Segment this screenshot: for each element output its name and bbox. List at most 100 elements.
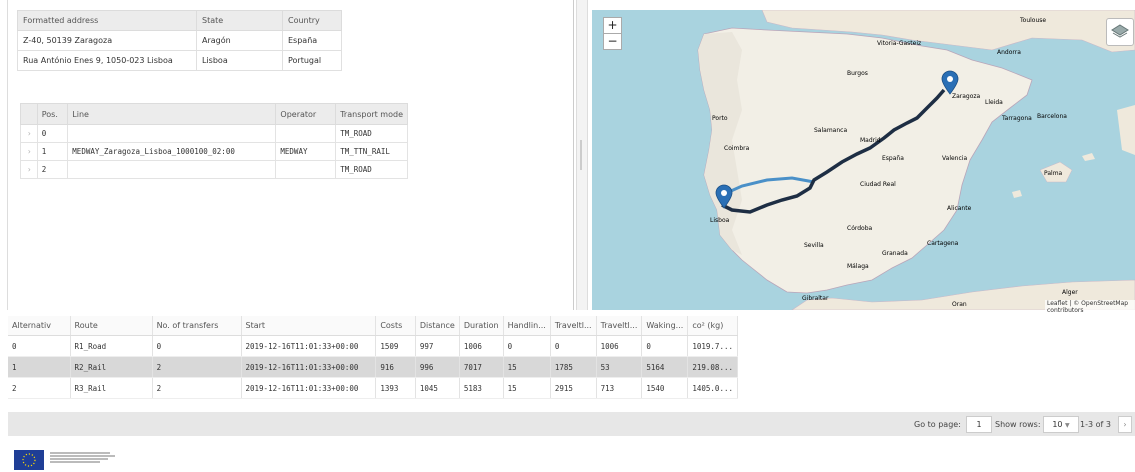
map-canvas[interactable]: Toulouse Vitoria-Gasteiz Andorra Porto Z… <box>592 10 1135 310</box>
col-header-traveltime-2[interactable]: Traveltl... <box>596 316 643 336</box>
chevron-down-icon: ▼ <box>1065 422 1070 429</box>
chevron-right-icon[interactable]: › <box>20 160 38 179</box>
country-cell: España <box>282 30 342 51</box>
cell: 997 <box>415 335 460 357</box>
col-header-expand <box>20 103 38 125</box>
rows-per-page-select[interactable]: 10 ▼ <box>1043 416 1079 433</box>
splitter-grip[interactable] <box>580 140 582 170</box>
transport-mode-cell: TM_ROAD <box>335 160 408 179</box>
cell: 0 <box>503 335 551 357</box>
layers-button[interactable] <box>1106 18 1134 46</box>
cell: 1393 <box>375 377 416 399</box>
table-row[interactable]: 2 R3_Rail 2 2019-12-16T11:01:33+00:00 13… <box>8 377 738 399</box>
eu-flag-logo <box>14 450 44 470</box>
map-label: Lisboa <box>710 217 730 224</box>
map-label: Ciudad Real <box>860 181 896 188</box>
cell: 996 <box>415 356 460 378</box>
col-header-operator[interactable]: Operator <box>275 103 337 125</box>
map-label: Palma <box>1044 170 1063 177</box>
cell: 1019.7... <box>687 335 738 357</box>
map-label: Coimbra <box>724 145 750 152</box>
route-map[interactable]: Toulouse Vitoria-Gasteiz Andorra Porto Z… <box>592 10 1135 310</box>
cell: R1_Road <box>70 335 153 357</box>
zoom-out-button[interactable]: − <box>603 33 622 50</box>
col-header-country[interactable]: Country <box>282 10 342 31</box>
cell: 2 <box>152 377 242 399</box>
map-label: Burgos <box>847 70 868 77</box>
col-header-traveltime-1[interactable]: Traveltl... <box>550 316 597 336</box>
map-label: Granada <box>882 250 908 257</box>
table-row[interactable]: Z-40, 50139 Zaragoza Aragón España <box>17 30 342 51</box>
land-ibiza <box>1012 190 1022 198</box>
cell: 2019-12-16T11:01:33+00:00 <box>241 356 377 378</box>
cell: 53 <box>596 356 643 378</box>
table-row[interactable]: › 0 TM_ROAD <box>20 124 408 143</box>
cell: 1405.0... <box>687 377 738 399</box>
col-header-transport-mode[interactable]: Transport mode <box>335 103 408 125</box>
address-table: Formatted address State Country Z-40, 50… <box>17 10 342 71</box>
land-sardinia <box>1117 105 1135 155</box>
col-header-route[interactable]: Route <box>70 316 153 336</box>
col-header-handling[interactable]: Handlin... <box>503 316 551 336</box>
layers-icon <box>1111 24 1129 38</box>
country-cell: Portugal <box>282 50 342 71</box>
state-cell: Lisboa <box>196 50 283 71</box>
col-header-line[interactable]: Line <box>67 103 277 125</box>
table-row[interactable]: › 1 MEDWAY_Zaragoza_Lisboa_1000100_02:00… <box>20 142 408 161</box>
cell: 2 <box>8 377 71 399</box>
cell: 1540 <box>641 377 689 399</box>
map-label: Sevilla <box>804 242 824 249</box>
map-label: España <box>882 155 904 162</box>
operator-cell <box>275 124 337 143</box>
cell: 5183 <box>459 377 504 399</box>
col-header-state[interactable]: State <box>196 10 283 31</box>
cell: 1509 <box>375 335 416 357</box>
map-attribution[interactable]: Leaflet | © OpenStreetMap contributors <box>1045 300 1135 314</box>
goto-page-label: Go to page: <box>914 420 961 429</box>
cell: 2019-12-16T11:01:33+00:00 <box>241 335 377 357</box>
table-row[interactable]: › 2 TM_ROAD <box>20 160 408 179</box>
map-label: Córdoba <box>847 225 873 232</box>
col-header-co2[interactable]: co² (kg) <box>687 316 738 336</box>
map-label: Salamanca <box>814 127 847 134</box>
chevron-right-icon[interactable]: › <box>20 124 38 143</box>
col-header-pos[interactable]: Pos. <box>36 103 69 125</box>
rows-per-page-value: 10 <box>1052 420 1063 429</box>
chevron-right-icon[interactable]: › <box>20 142 38 161</box>
map-label: Alicante <box>947 205 972 212</box>
col-header-costs[interactable]: Costs <box>375 316 416 336</box>
map-label: Tarragona <box>1001 115 1032 122</box>
operator-cell <box>275 160 337 179</box>
page-input[interactable]: 1 <box>966 416 992 433</box>
cell: 1006 <box>459 335 504 357</box>
pos-cell: 0 <box>36 124 69 143</box>
line-cell <box>67 160 277 179</box>
col-header-transfers[interactable]: No. of transfers <box>152 316 242 336</box>
table-row-selected[interactable]: 1 R2_Rail 2 2019-12-16T11:01:33+00:00 91… <box>8 356 738 378</box>
cell: 219.08... <box>687 356 738 378</box>
cell: 15 <box>503 356 551 378</box>
cell: 916 <box>375 356 416 378</box>
col-header-formatted-address[interactable]: Formatted address <box>17 10 197 31</box>
map-label: Oran <box>952 301 967 308</box>
chevron-right-icon[interactable]: › <box>1118 416 1132 433</box>
table-row[interactable]: Rua António Enes 9, 1050-023 Lisboa Lisb… <box>17 50 342 71</box>
col-header-distance[interactable]: Distance <box>415 316 460 336</box>
col-header-duration[interactable]: Duration <box>459 316 504 336</box>
cell: 0 <box>641 335 689 357</box>
col-header-start[interactable]: Start <box>241 316 377 336</box>
cell: 0 <box>550 335 597 357</box>
map-label: Alger <box>1062 289 1078 296</box>
col-header-alternative[interactable]: Alternativ <box>8 316 71 336</box>
table-row[interactable]: 0 R1_Road 0 2019-12-16T11:01:33+00:00 15… <box>8 335 738 357</box>
col-header-waiting[interactable]: Waking... <box>641 316 689 336</box>
cell: 7017 <box>459 356 504 378</box>
row-range-text: 1-3 of 3 <box>1080 420 1111 429</box>
zoom-in-button[interactable]: + <box>603 17 622 34</box>
panel-splitter[interactable] <box>576 0 588 310</box>
alternatives-table: Alternativ Route No. of transfers Start … <box>8 316 738 399</box>
cell: R2_Rail <box>70 356 153 378</box>
route-legs-table: Pos. Line Operator Transport mode › 0 TM… <box>20 103 408 179</box>
map-label: Andorra <box>997 49 1021 56</box>
address-cell: Z-40, 50139 Zaragoza <box>17 30 197 51</box>
